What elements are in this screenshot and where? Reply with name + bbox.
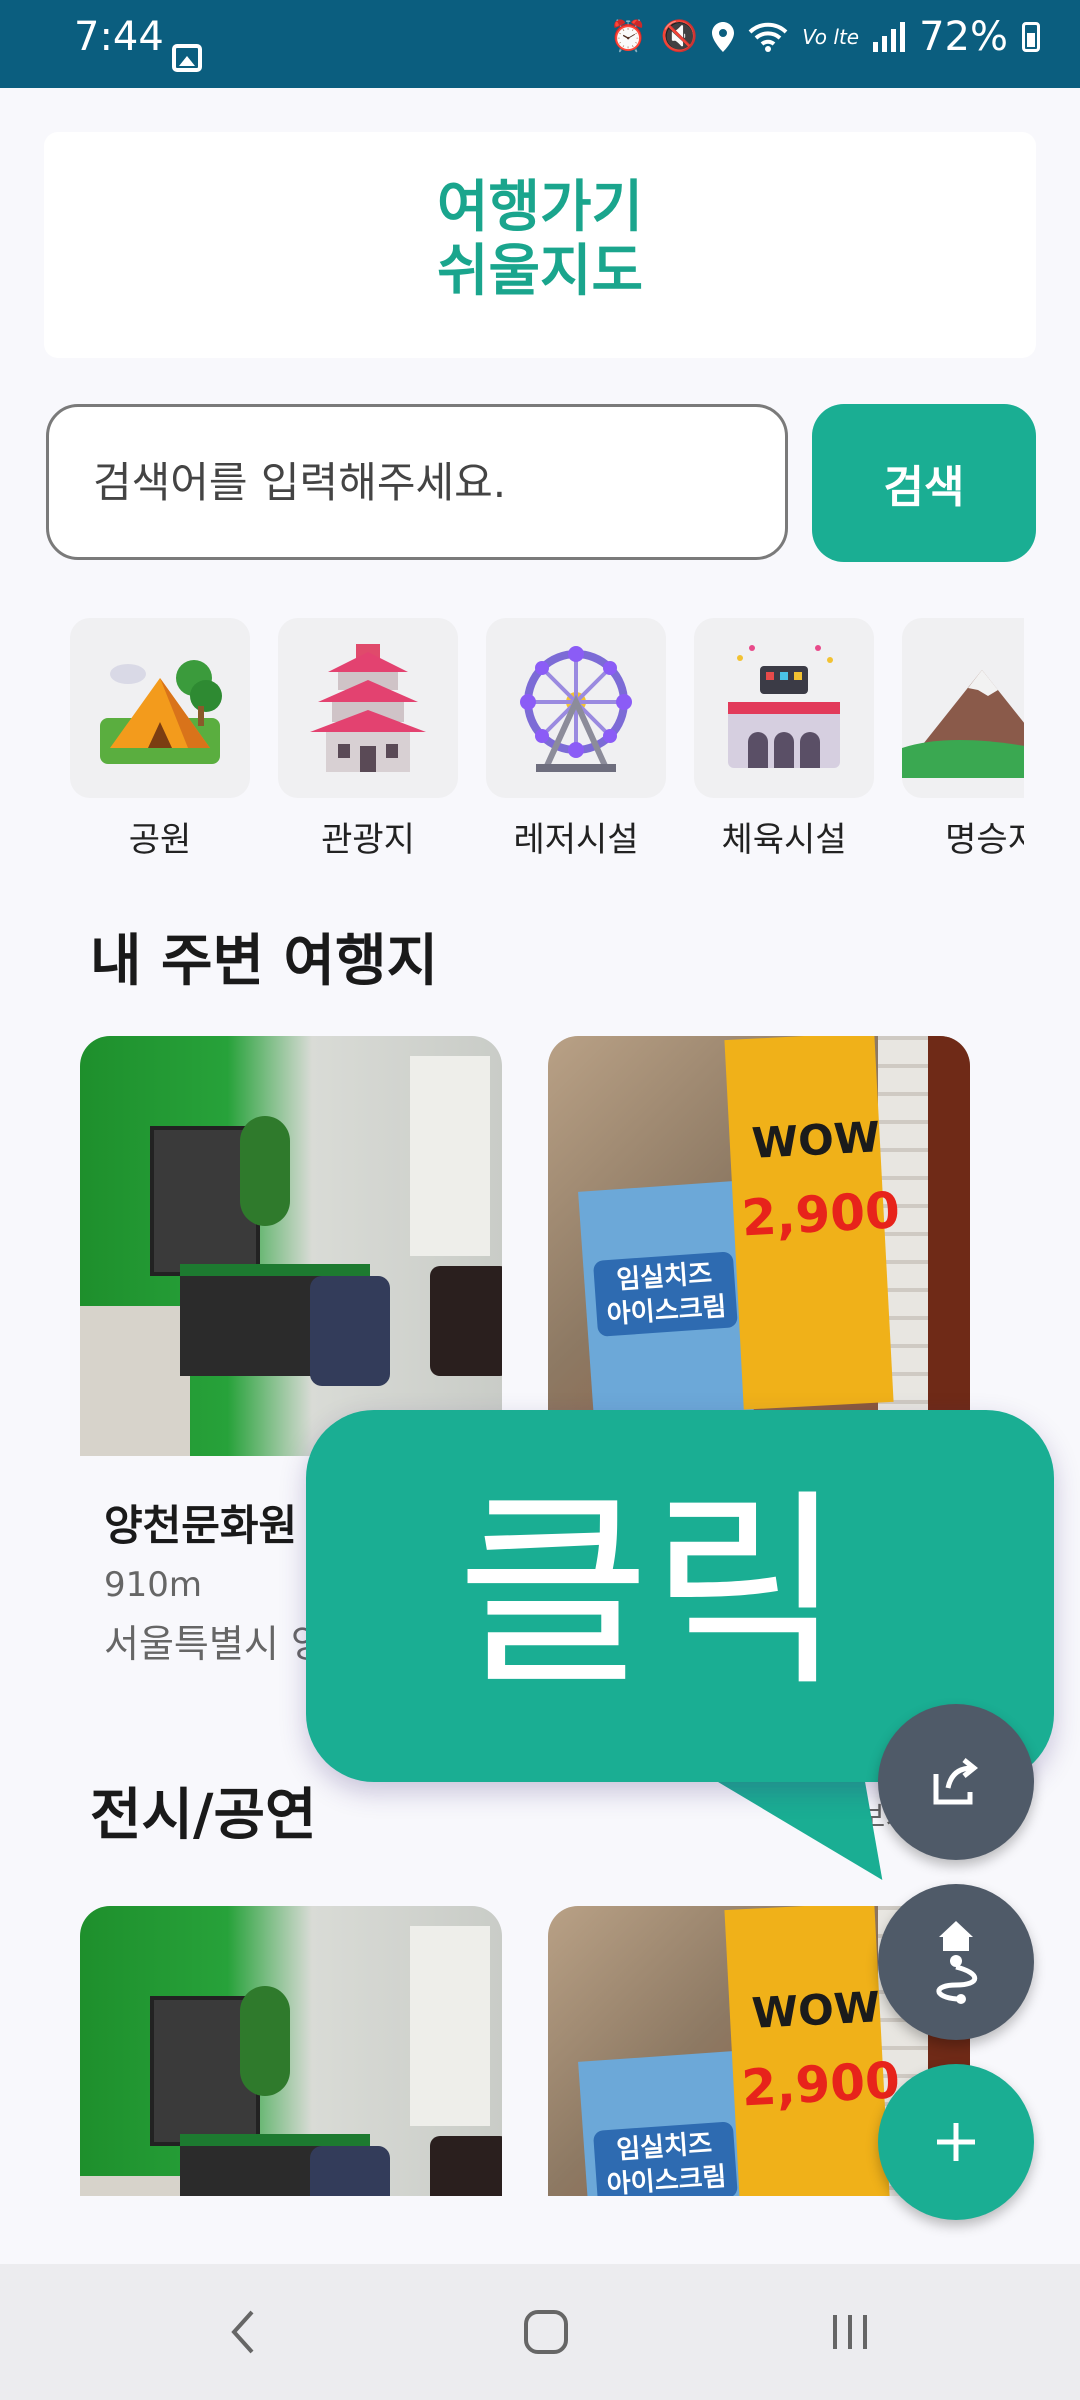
mountain-icon xyxy=(902,618,1024,798)
logo-line-2: 쉬울지도 xyxy=(436,239,644,304)
search-button[interactable]: 검색 xyxy=(812,404,1036,562)
battery-icon xyxy=(1022,22,1040,52)
wifi-icon xyxy=(748,22,788,52)
share-button[interactable] xyxy=(878,1704,1034,1860)
category-park[interactable]: 공원 xyxy=(70,618,250,858)
category-tourist-spot[interactable]: 관광지 xyxy=(278,618,458,858)
system-nav-bar xyxy=(0,2264,1080,2400)
add-button[interactable] xyxy=(878,2064,1034,2220)
category-label: 공원 xyxy=(128,820,192,858)
share-icon xyxy=(933,1758,979,1805)
mute-icon: 🔇 xyxy=(660,19,699,54)
category-label: 레저시설 xyxy=(513,820,639,858)
category-leisure[interactable]: 레저시설 xyxy=(486,618,666,858)
back-icon xyxy=(231,2310,254,2354)
status-icons: ⏰ 🔇 Vo lte 72% xyxy=(610,14,1040,60)
status-time: 7:44 xyxy=(74,14,164,60)
stadium-icon xyxy=(694,618,874,798)
category-sports[interactable]: 체육시설 xyxy=(694,618,874,858)
nav-home-button[interactable] xyxy=(446,2264,646,2400)
place-photo: 임실치즈 아이스크림 WOW 2,900 xyxy=(548,1036,970,1456)
park-tent-icon xyxy=(70,618,250,798)
section-title-nearby: 내 주변 여행지 xyxy=(90,929,439,994)
volte-icon: Vo lte xyxy=(802,25,860,49)
recents-icon xyxy=(833,2315,867,2349)
ferris-wheel-icon xyxy=(486,618,666,798)
category-label: 명승지 xyxy=(945,820,1024,858)
exhibition-card[interactable] xyxy=(80,1906,502,2196)
search-input[interactable] xyxy=(46,404,788,560)
category-list[interactable]: 공원 관광지 레저시설 체육시설 명승지 xyxy=(70,618,1024,858)
plus-icon xyxy=(937,2123,975,2161)
signal-icon xyxy=(873,22,906,52)
location-icon xyxy=(712,22,735,52)
category-scenic[interactable]: 명승지 xyxy=(902,618,1024,858)
app-logo: 여행가기 쉬울지도 xyxy=(44,176,1036,304)
exhibition-photo xyxy=(80,1906,502,2196)
gallery-icon xyxy=(172,44,202,72)
pagoda-icon xyxy=(278,618,458,798)
app-logo-card: 여행가기 쉬울지도 xyxy=(44,132,1036,358)
nav-back-button[interactable] xyxy=(144,2264,344,2400)
place-card[interactable]: 임실치즈 아이스크림 WOW 2,900 xyxy=(548,1036,970,1456)
route-home-icon xyxy=(936,1921,978,2004)
category-label: 관광지 xyxy=(321,820,415,858)
category-label: 체육시설 xyxy=(721,820,847,858)
home-icon xyxy=(524,2310,568,2354)
logo-line-1: 여행가기 xyxy=(436,175,644,240)
click-hint-text: 클릭 xyxy=(456,1470,844,1715)
battery-level: 72% xyxy=(919,14,1008,60)
status-bar: 7:44 ⏰ 🔇 Vo lte 72% xyxy=(0,0,1080,88)
section-title-exhibition: 전시/공연 xyxy=(90,1783,317,1848)
alarm-icon: ⏰ xyxy=(609,19,647,54)
place-photo xyxy=(80,1036,502,1456)
nav-recents-button[interactable] xyxy=(750,2264,950,2400)
route-button[interactable] xyxy=(878,1884,1034,2040)
